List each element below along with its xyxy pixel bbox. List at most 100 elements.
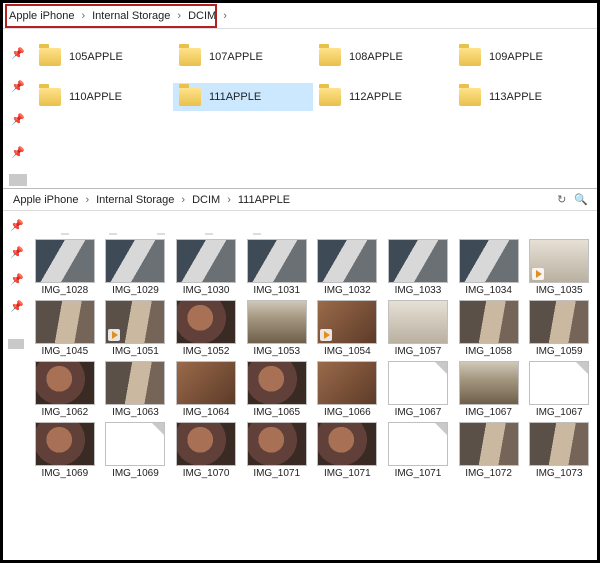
separator bbox=[31, 233, 593, 235]
photo-thumbnail bbox=[247, 239, 307, 283]
thumbnail-label: IMG_1052 bbox=[183, 346, 230, 357]
thumbnail-item[interactable]: IMG_1034 bbox=[455, 239, 523, 296]
thumbnail-item[interactable]: IMG_1053 bbox=[243, 300, 311, 357]
thumbnail-label: IMG_1034 bbox=[465, 285, 512, 296]
refresh-icon[interactable]: ↻ bbox=[554, 193, 569, 206]
thumbnail-item[interactable]: IMG_1067 bbox=[455, 361, 523, 418]
thumbnail-label: IMG_1071 bbox=[253, 468, 300, 479]
search-icon[interactable]: 🔍 bbox=[571, 193, 591, 206]
folder-icon bbox=[319, 88, 341, 106]
folder-icon bbox=[39, 88, 61, 106]
thumbnail-item[interactable]: IMG_1030 bbox=[172, 239, 240, 296]
thumbnail-item[interactable]: IMG_1067 bbox=[525, 361, 593, 418]
play-icon bbox=[108, 329, 120, 341]
thumbnail-label: IMG_1067 bbox=[536, 407, 583, 418]
breadcrumb-item[interactable]: DCIM bbox=[188, 194, 224, 206]
pin-icon[interactable]: 📌 bbox=[11, 113, 25, 126]
scrollbar-thumb[interactable] bbox=[8, 339, 24, 349]
thumbnail-item[interactable]: IMG_1033 bbox=[384, 239, 452, 296]
photo-thumbnail bbox=[105, 361, 165, 405]
photo-thumbnail bbox=[459, 422, 519, 466]
folder-icon bbox=[459, 88, 481, 106]
folder-icon bbox=[179, 88, 201, 106]
photo-thumbnail bbox=[529, 300, 589, 344]
thumbnail-item[interactable]: IMG_1069 bbox=[102, 422, 170, 479]
thumbnail-item[interactable]: IMG_1064 bbox=[172, 361, 240, 418]
thumbnail-item[interactable]: IMG_1057 bbox=[384, 300, 452, 357]
pin-icon[interactable]: 📌 bbox=[11, 47, 25, 60]
thumbnail-item[interactable]: IMG_1035 bbox=[525, 239, 593, 296]
thumbnail-label: IMG_1035 bbox=[536, 285, 583, 296]
folder-item[interactable]: 105APPLE bbox=[33, 43, 173, 71]
breadcrumb-item[interactable]: Internal Storage bbox=[92, 194, 178, 206]
thumbnail-label: IMG_1066 bbox=[324, 407, 371, 418]
thumbnail-item[interactable]: IMG_1072 bbox=[455, 422, 523, 479]
folder-item[interactable]: 112APPLE bbox=[313, 83, 453, 111]
thumbnail-label: IMG_1030 bbox=[183, 285, 230, 296]
thumbnail-item[interactable]: IMG_1045 bbox=[31, 300, 99, 357]
thumbnail-item[interactable]: IMG_1066 bbox=[314, 361, 382, 418]
thumbnail-item[interactable]: IMG_1059 bbox=[525, 300, 593, 357]
pin-icon[interactable]: 📌 bbox=[10, 246, 24, 259]
folder-grid: 105APPLE 107APPLE 108APPLE109APPLE 110APPLE… bbox=[33, 43, 593, 111]
folder-item[interactable]: 108APPLE bbox=[313, 43, 453, 71]
play-icon bbox=[532, 268, 544, 280]
thumbnail-item[interactable]: IMG_1054 bbox=[314, 300, 382, 357]
thumbnail-item[interactable]: IMG_1062 bbox=[31, 361, 99, 418]
lower-explorer-pane: Apple iPhone › Internal Storage › DCIM ›… bbox=[3, 189, 597, 560]
breadcrumb-item[interactable]: 111APPLE bbox=[234, 194, 294, 206]
thumbnail-item[interactable]: IMG_1071 bbox=[243, 422, 311, 479]
thumbnail-label: IMG_1054 bbox=[324, 346, 371, 357]
folder-item[interactable]: 107APPLE bbox=[173, 43, 313, 71]
thumbnail-item[interactable]: IMG_1071 bbox=[314, 422, 382, 479]
pin-icon[interactable]: 📌 bbox=[10, 273, 24, 286]
chevron-right-icon: › bbox=[220, 10, 230, 22]
thumbnail-label: IMG_1029 bbox=[112, 285, 159, 296]
folder-item[interactable]: 109APPLE bbox=[453, 43, 593, 71]
breadcrumb-item[interactable]: Internal Storage bbox=[88, 10, 174, 22]
pin-icon[interactable]: 📌 bbox=[10, 219, 24, 232]
thumbnail-grid: IMG_1028 IMG_1029 IMG_1030 IMG_1031 IMG_1032… bbox=[31, 233, 593, 479]
scrollbar-thumb[interactable] bbox=[9, 174, 27, 186]
thumbnail-item[interactable]: IMG_1028 bbox=[31, 239, 99, 296]
thumbnail-item[interactable]: IMG_1071 bbox=[384, 422, 452, 479]
folder-icon bbox=[319, 48, 341, 66]
thumbnail-item[interactable]: IMG_1031 bbox=[243, 239, 311, 296]
thumbnail-label: IMG_1059 bbox=[536, 346, 583, 357]
thumbnail-item[interactable]: IMG_1067 bbox=[384, 361, 452, 418]
quick-access-pins: 📌 📌 📌 📌 bbox=[11, 47, 25, 159]
breadcrumb-bar-top: Apple iPhone › Internal Storage › DCIM › bbox=[3, 3, 597, 29]
thumbnail-item[interactable]: IMG_1063 bbox=[102, 361, 170, 418]
thumbnail-item[interactable]: IMG_1069 bbox=[31, 422, 99, 479]
photo-thumbnail bbox=[35, 361, 95, 405]
thumbnail-item[interactable]: IMG_1029 bbox=[102, 239, 170, 296]
file-icon bbox=[388, 361, 448, 405]
thumbnail-item[interactable]: IMG_1051 bbox=[102, 300, 170, 357]
thumbnail-item[interactable]: IMG_1052 bbox=[172, 300, 240, 357]
upper-explorer-pane: Apple iPhone › Internal Storage › DCIM ›… bbox=[3, 3, 597, 189]
photo-thumbnail bbox=[35, 422, 95, 466]
breadcrumb-item[interactable]: Apple iPhone bbox=[9, 194, 82, 206]
photo-thumbnail bbox=[35, 300, 95, 344]
pin-icon[interactable]: 📌 bbox=[11, 80, 25, 93]
thumbnail-label: IMG_1062 bbox=[41, 407, 88, 418]
photo-thumbnail bbox=[529, 239, 589, 283]
folder-item[interactable]: 110APPLE bbox=[33, 83, 173, 111]
thumbnail-item[interactable]: IMG_1073 bbox=[525, 422, 593, 479]
thumbnail-item[interactable]: IMG_1065 bbox=[243, 361, 311, 418]
folder-item[interactable]: 111APPLE bbox=[173, 83, 313, 111]
chevron-right-icon: › bbox=[178, 194, 188, 206]
folder-item[interactable]: 113APPLE bbox=[453, 83, 593, 111]
thumbnail-item[interactable]: IMG_1070 bbox=[172, 422, 240, 479]
thumbnail-label: IMG_1032 bbox=[324, 285, 371, 296]
breadcrumb-item[interactable]: Apple iPhone bbox=[5, 10, 78, 22]
pin-icon[interactable]: 📌 bbox=[11, 146, 25, 159]
folder-label: 107APPLE bbox=[209, 51, 263, 63]
breadcrumb-item[interactable]: DCIM bbox=[184, 10, 220, 22]
photo-thumbnail bbox=[388, 239, 448, 283]
file-icon bbox=[388, 422, 448, 466]
thumbnail-item[interactable]: IMG_1032 bbox=[314, 239, 382, 296]
photo-thumbnail bbox=[459, 300, 519, 344]
thumbnail-item[interactable]: IMG_1058 bbox=[455, 300, 523, 357]
pin-icon[interactable]: 📌 bbox=[10, 300, 24, 313]
